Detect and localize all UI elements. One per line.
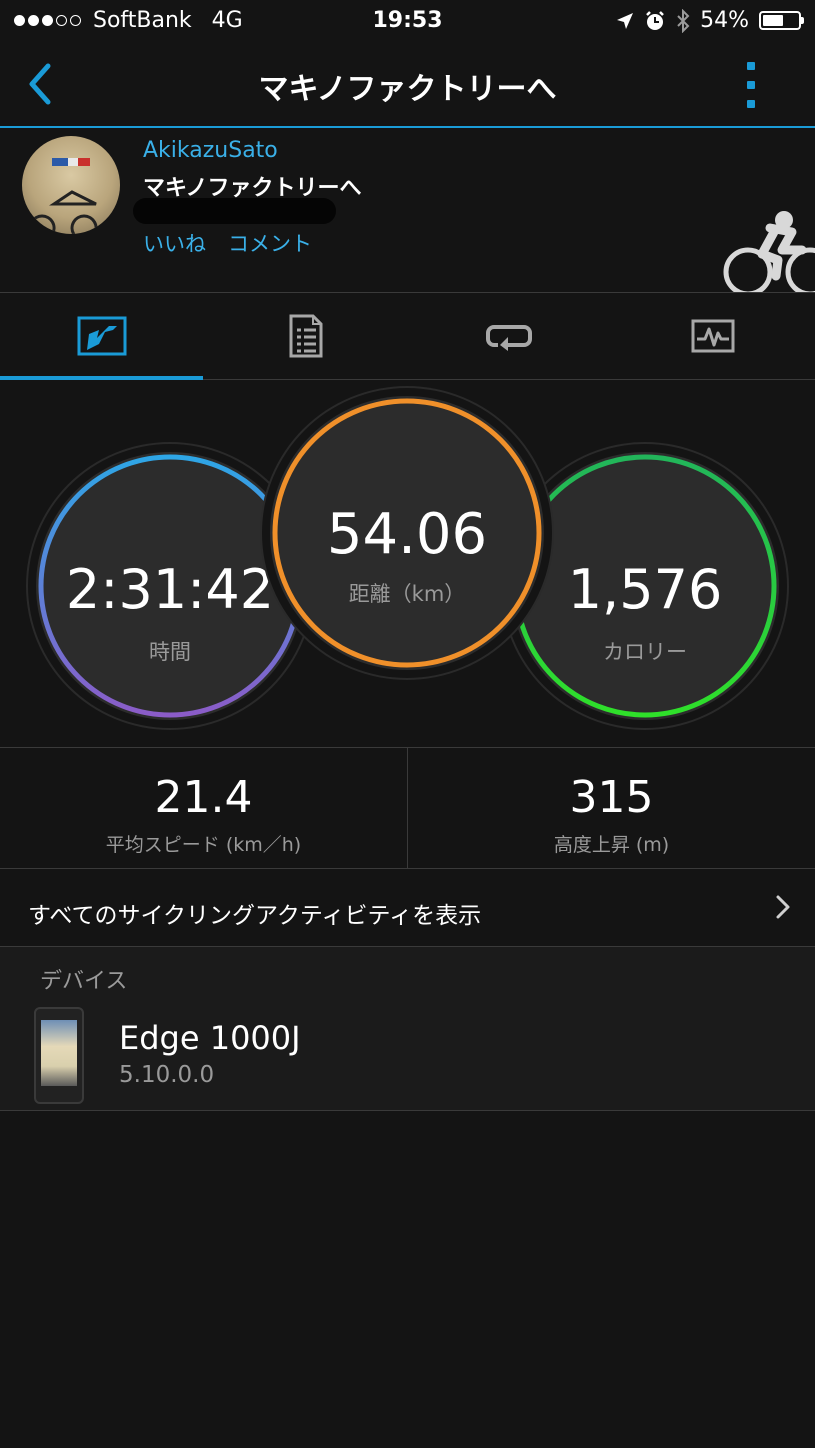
time-circle[interactable]: 2:31:42 時間 — [36, 452, 304, 720]
stats-row: 21.4 平均スピード (km／h) 315 高度上昇 (m) — [0, 747, 815, 869]
navigation-bar: マキノファクトリーへ — [0, 42, 815, 128]
device-name[interactable]: Edge 1000J — [119, 1019, 301, 1057]
calories-value: 1,576 — [567, 558, 723, 621]
overview-chart-icon — [77, 316, 127, 356]
graph-monitor-icon — [691, 319, 735, 353]
like-link[interactable]: いいね — [143, 228, 206, 258]
battery-icon — [759, 11, 804, 30]
more-vertical-icon[interactable] — [745, 62, 757, 108]
device-section-title: デバイス — [40, 969, 128, 994]
comment-link[interactable]: コメント — [228, 228, 312, 258]
activity-tabs — [0, 293, 815, 380]
all-cycling-activities-label: すべてのサイクリングアクティビティを表示 — [28, 903, 482, 929]
distance-label: 距離（km） — [348, 582, 466, 606]
time-value: 2:31:42 — [65, 558, 275, 621]
tab-details[interactable] — [204, 293, 408, 379]
laps-loop-icon — [486, 325, 533, 351]
summary-circles: 2:31:42 時間 1,576 カロリー 54.06 距離（km） — [0, 380, 815, 746]
elevation-stat: 315 高度上昇 (m) — [407, 748, 815, 868]
calories-circle[interactable]: 1,576 カロリー — [511, 452, 779, 720]
elevation-value: 315 — [569, 772, 654, 823]
alarm-icon — [646, 10, 664, 30]
tab-laps[interactable] — [408, 293, 612, 379]
all-cycling-activities-row[interactable]: すべてのサイクリングアクティビティを表示 — [0, 868, 815, 947]
avg-speed-value: 21.4 — [154, 772, 253, 823]
cycling-icon — [723, 211, 815, 292]
distance-circle[interactable]: 54.06 距離（km） — [270, 396, 544, 670]
details-list-icon — [289, 314, 323, 358]
status-bar: SoftBank 4G 19:53 54% — [0, 0, 815, 42]
tab-overview[interactable] — [0, 293, 204, 380]
user-name-link[interactable]: AkikazuSato — [143, 138, 278, 163]
location-arrow-icon — [617, 12, 634, 29]
time-label: 時間 — [149, 640, 191, 664]
device-section: デバイス Edge 1000J 5.10.0.0 — [0, 947, 815, 1111]
status-right: 54% — [616, 8, 804, 33]
avatar[interactable] — [22, 136, 120, 234]
elevation-label: 高度上昇 (m) — [553, 834, 670, 856]
battery-percent: 54% — [700, 8, 749, 33]
avg-speed-stat: 21.4 平均スピード (km／h) — [0, 748, 407, 868]
device-version: 5.10.0.0 — [119, 1062, 215, 1088]
tab-charts[interactable] — [611, 293, 815, 379]
distance-value: 54.06 — [326, 502, 488, 567]
calories-label: カロリー — [603, 640, 687, 664]
device-image — [34, 1007, 84, 1104]
page-title: マキノファクトリーへ — [258, 72, 557, 107]
activity-header: AkikazuSato マキノファクトリーへ いいね コメント — [0, 128, 815, 293]
bluetooth-icon — [677, 8, 690, 33]
avg-speed-label: 平均スピード (km／h) — [105, 834, 302, 856]
social-links: いいね コメント — [143, 228, 312, 258]
chevron-right-icon — [776, 895, 790, 919]
redacted-text — [133, 198, 336, 224]
